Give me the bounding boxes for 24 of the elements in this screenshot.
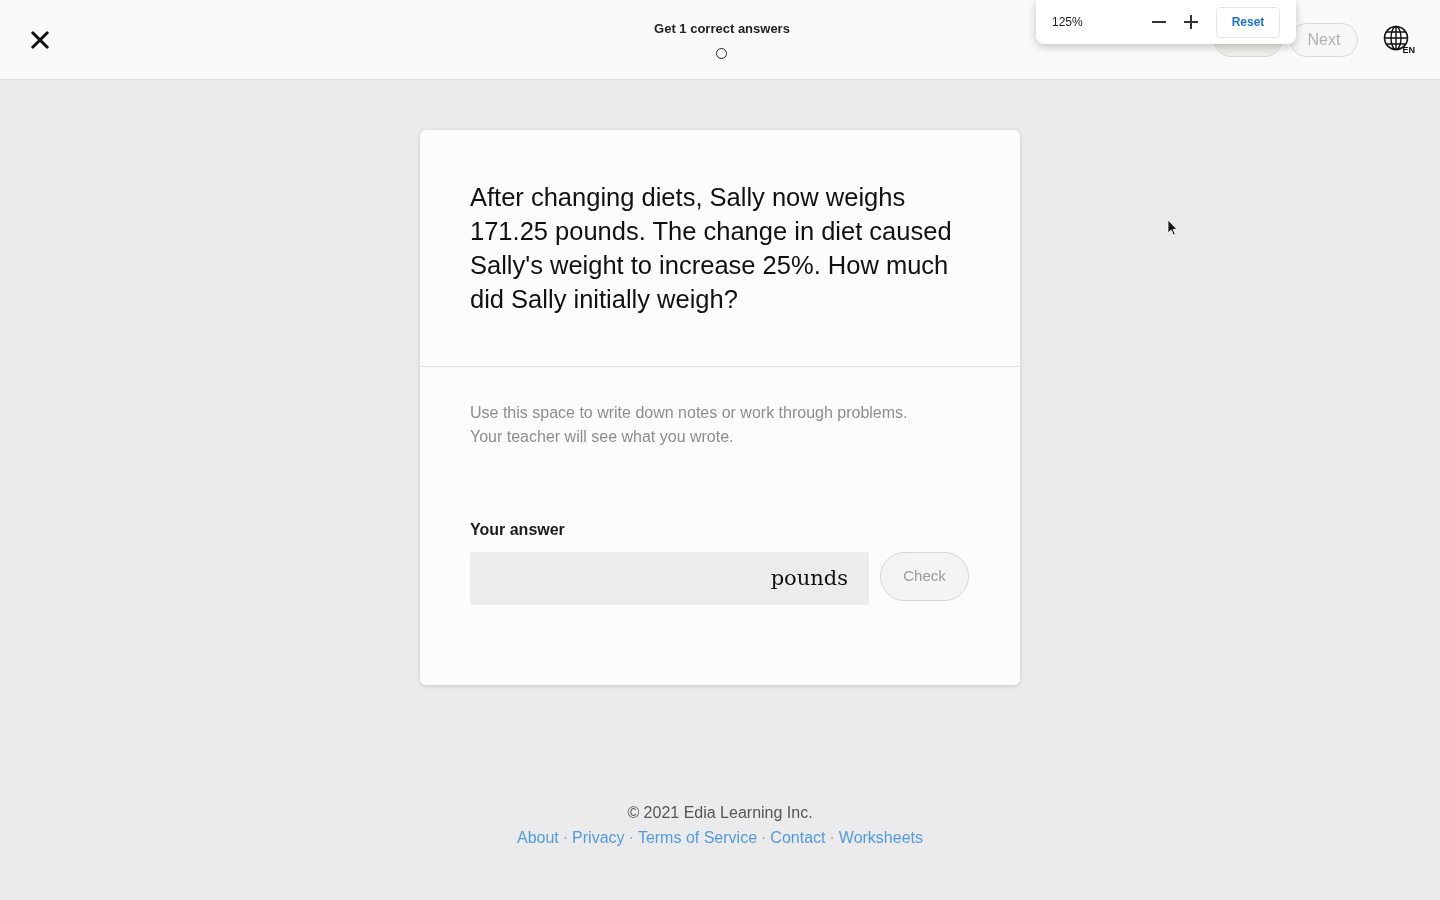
plus-icon xyxy=(1184,15,1198,29)
zoom-in-button[interactable] xyxy=(1183,14,1199,30)
close-icon xyxy=(29,28,51,51)
link-separator: · xyxy=(562,829,569,846)
reset-button[interactable]: Reset xyxy=(1216,6,1280,38)
link-separator: · xyxy=(628,829,634,846)
goal-text: Get 1 correct answers xyxy=(654,20,790,37)
mouse-cursor-icon xyxy=(1167,219,1178,236)
question-text: After changing diets, Sally now weighs 171.25 pounds. The change in diet caused Sally's weight to increase 25%. How much did Sally initially weigh? xyxy=(470,182,953,315)
link-separator: · xyxy=(761,829,767,846)
link-separator: · xyxy=(829,829,835,846)
footer-link[interactable]: Privacy xyxy=(572,829,625,846)
unit-label: pounds xyxy=(770,565,848,592)
footer-link[interactable]: Contact xyxy=(770,829,826,846)
notes-field[interactable]: Use this space to write down notes or work through problems. Your teacher will see what you wrote. xyxy=(470,401,970,498)
answer-label: Your answer xyxy=(470,520,566,540)
close-button[interactable] xyxy=(29,28,51,51)
minus-icon xyxy=(1152,21,1166,23)
language-button[interactable]: EN xyxy=(1383,24,1415,55)
copyright-text: © 2021 Edia Learning Inc. xyxy=(627,804,813,821)
zoom-level-text: 125% xyxy=(1052,14,1084,31)
footer-link[interactable]: About xyxy=(516,829,559,846)
footer-link[interactable]: Terms of Service xyxy=(637,829,758,846)
footer-link[interactable]: Worksheets xyxy=(838,829,923,846)
